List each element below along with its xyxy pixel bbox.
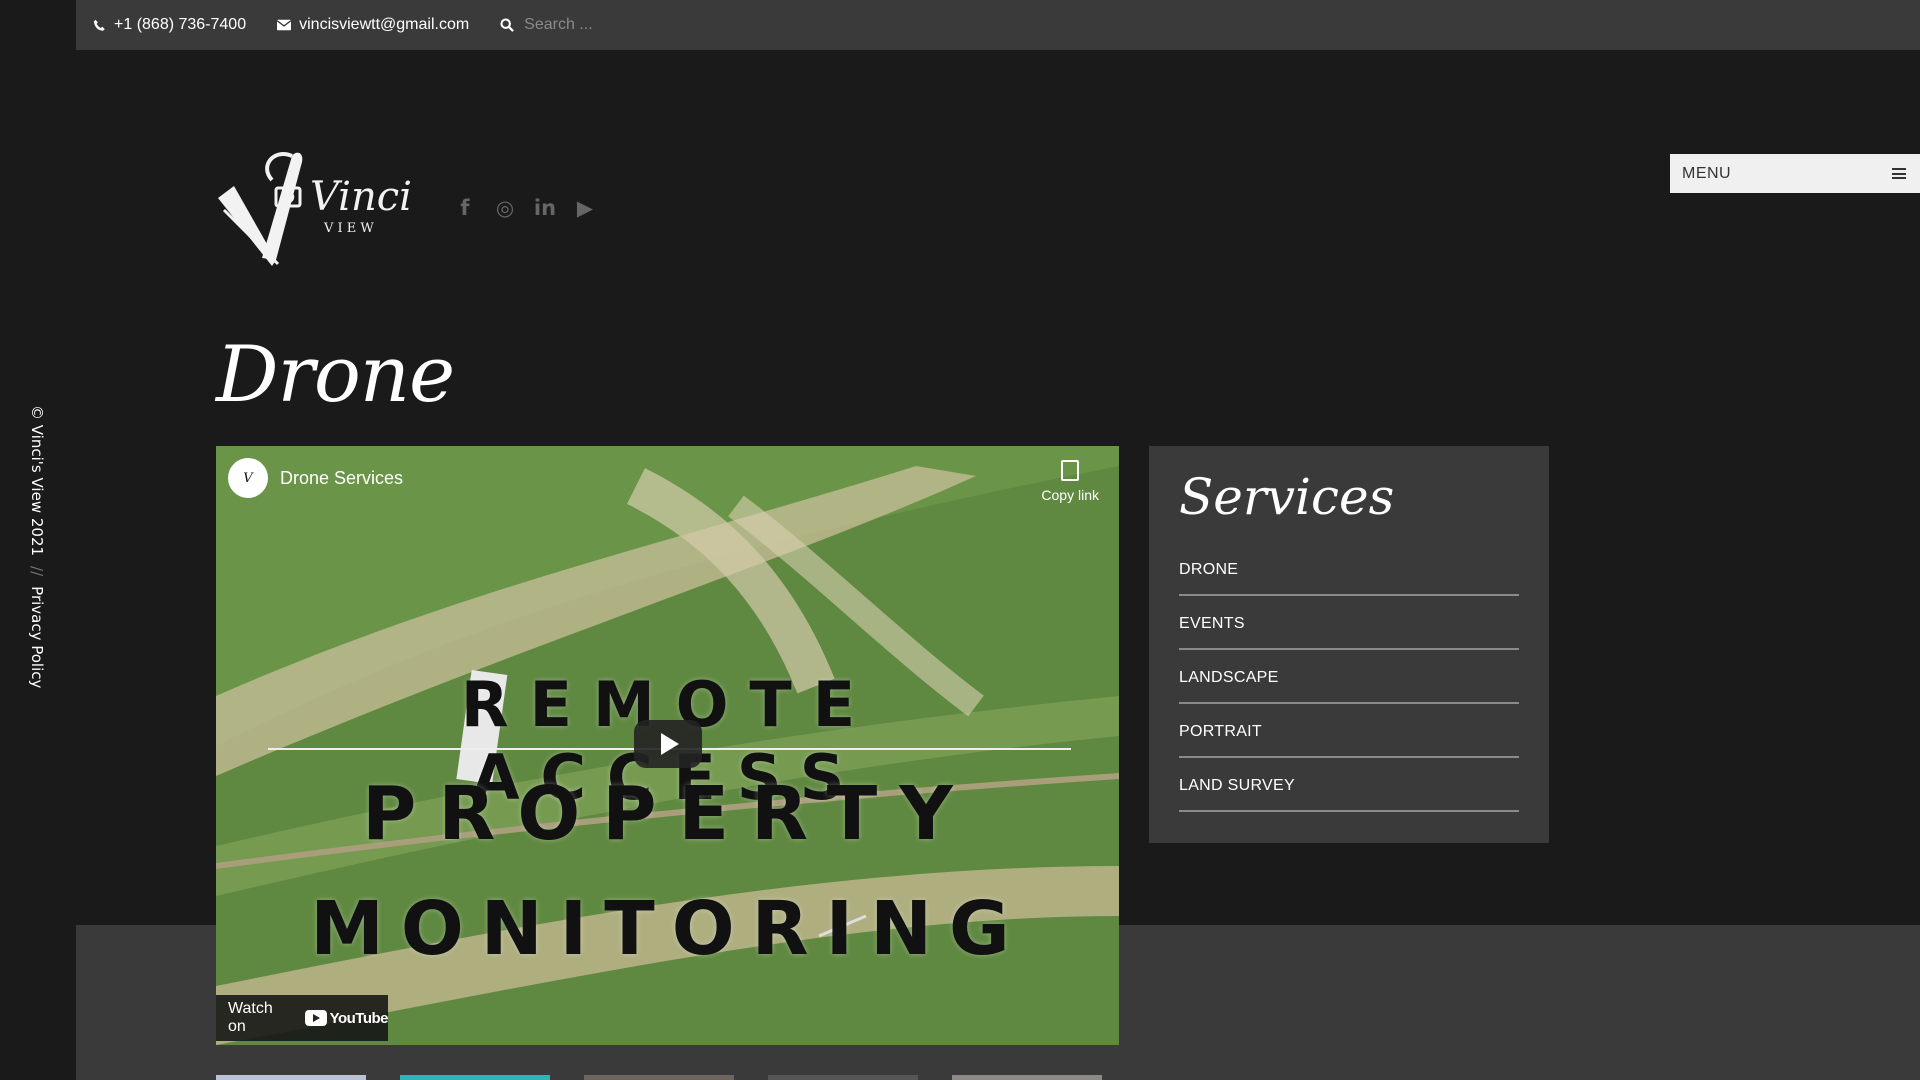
copy-link-button[interactable]: Copy link [1041,460,1099,503]
service-link[interactable]: PORTRAIT [1179,723,1262,741]
watch-on-label: Watch on [228,1000,273,1035]
instagram-icon[interactable]: ◎ [494,196,516,220]
site-logo[interactable]: Vinci's V I E W [214,148,443,270]
logo-tagline: V I E W [323,221,374,236]
menu-label: MENU [1682,164,1732,182]
facebook-icon[interactable]: f [454,196,476,220]
service-item-portrait[interactable]: PORTRAIT [1179,706,1519,758]
gallery-thumbnail[interactable] [952,1075,1102,1080]
gallery-thumbnail[interactable] [400,1075,550,1080]
service-item-land-survey[interactable]: LAND SURVEY [1179,760,1519,812]
service-link[interactable]: DRONE [1179,561,1238,579]
service-link[interactable]: LAND SURVEY [1179,777,1295,795]
linkedin-icon[interactable]: in [534,196,556,220]
watch-on-youtube-button[interactable]: Watch on YouTube [216,995,389,1041]
phone-number: +1 (868) 736-7400 [114,16,247,33]
page-title: Drone [216,330,455,420]
copy-link-label: Copy link [1041,487,1099,503]
search-box [500,15,727,35]
social-links: f ◎ in ▶ [454,196,596,220]
phone-icon [92,18,106,32]
email-contact[interactable]: vincisviewtt@gmail.com [277,16,469,34]
menu-button[interactable]: MENU [1670,154,1920,193]
vertical-footer: © Vinci's View 2021 // Privacy Policy [26,405,46,688]
service-item-landscape[interactable]: LANDSCAPE [1179,652,1519,704]
gallery-thumbnail[interactable] [768,1075,918,1080]
overlay-line-2: PROPERTY [362,771,975,857]
service-item-events[interactable]: EVENTS [1179,598,1519,650]
gallery-thumbnail[interactable] [584,1075,734,1080]
video-header: V Drone Services [228,458,403,498]
service-item-drone[interactable]: DRONE [1179,544,1519,596]
youtube-play-icon [304,1010,327,1026]
play-button[interactable] [634,720,702,768]
play-icon [661,733,679,755]
gallery-thumbnails [216,1075,1102,1080]
logo-name: Vinci's [310,174,414,220]
video-title[interactable]: Drone Services [280,468,403,489]
separator: // [28,566,46,577]
youtube-icon[interactable]: ▶ [574,196,596,220]
services-heading: Services [1179,468,1395,526]
youtube-video-embed[interactable]: V Drone Services Copy link REMOTE ACCESS… [216,446,1119,1045]
top-contact-bar: +1 (868) 736-7400 vincisviewtt@gmail.com [76,0,1920,50]
youtube-wordmark: YouTube [329,1009,389,1027]
services-list: DRONE EVENTS LANDSCAPE PORTRAIT LAND SUR… [1179,544,1519,812]
envelope-icon [277,18,292,32]
email-address: vincisviewtt@gmail.com [299,16,470,33]
services-panel: Services DRONE EVENTS LANDSCAPE PORTRAIT… [1149,446,1549,843]
gallery-thumbnail[interactable] [216,1075,366,1080]
service-link[interactable]: LANDSCAPE [1179,669,1279,687]
overlay-line-3: MONITORING [310,886,1027,972]
channel-avatar[interactable]: V [228,458,268,498]
phone-contact[interactable]: +1 (868) 736-7400 [92,16,246,34]
copy-icon [1061,460,1080,481]
service-link[interactable]: EVENTS [1179,615,1245,633]
hamburger-icon [1892,168,1906,179]
privacy-policy-link[interactable]: Privacy Policy [28,586,46,688]
youtube-logo: YouTube [304,1009,389,1027]
copyright-text: © Vinci's View 2021 [28,405,46,557]
search-input[interactable] [522,15,727,35]
search-icon[interactable] [500,18,515,32]
